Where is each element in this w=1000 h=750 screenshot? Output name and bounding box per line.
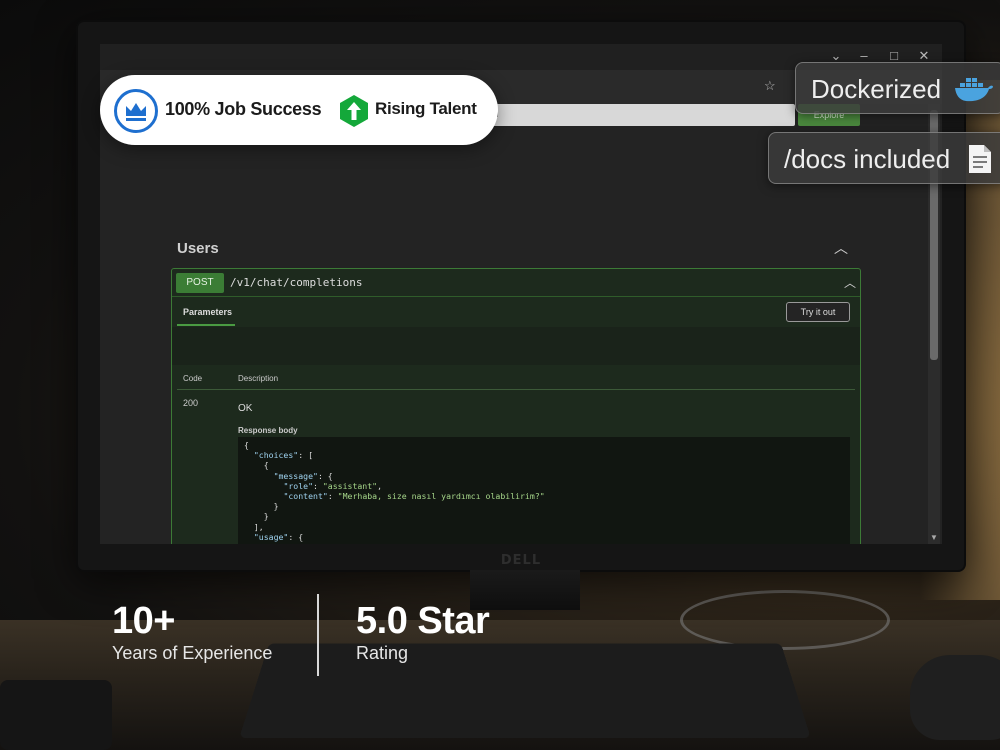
job-success-label: 100% Job Success [165, 99, 322, 119]
scroll-down-icon[interactable]: ▼ [928, 533, 940, 542]
code-content-value: "Merhaba, size nasıl yardımcı olabilirim… [337, 491, 545, 502]
operation-header[interactable]: POST /v1/chat/completions ︿ [172, 269, 860, 297]
docs-label: /docs included [784, 144, 951, 174]
method-badge: POST [176, 273, 224, 293]
minimize-icon[interactable]: – [854, 48, 874, 63]
cable [680, 590, 890, 650]
dockerized-chip: Dockerized [795, 62, 1000, 114]
docs-chip: /docs included [768, 132, 1000, 184]
maximize-icon[interactable]: □ [884, 48, 904, 63]
document-icon [967, 143, 993, 180]
operation-block: POST /v1/chat/completions ︿ Parameters T… [171, 268, 861, 544]
dockerized-label: Dockerized [811, 74, 942, 104]
section-title[interactable]: Users [177, 240, 219, 257]
column-header-description: Description [238, 374, 279, 383]
operation-path: /v1/chat/completions [230, 276, 363, 289]
docker-whale-icon [954, 75, 994, 108]
monitor-brand-logo: DELL [500, 553, 542, 568]
divider [177, 389, 855, 390]
parameters-band [172, 327, 860, 365]
tab-indicator [177, 324, 235, 326]
rating-value: 5.0 Star [356, 600, 490, 642]
stat-divider [317, 594, 319, 676]
column-header-code: Code [183, 374, 203, 383]
crown-icon [114, 89, 158, 133]
rating-label: Rating [356, 643, 409, 663]
mouse [910, 655, 1000, 740]
star-icon[interactable]: ☆ [764, 78, 776, 94]
chevron-up-icon[interactable]: ︿ [834, 238, 848, 258]
arrow-up-hexagon-icon [338, 94, 370, 133]
code-tokens-value: 50 [343, 542, 353, 544]
spec-url-input[interactable]: n [485, 104, 795, 126]
phone [0, 680, 112, 750]
response-body-label: Response body [238, 426, 298, 435]
response-code: 200 [183, 398, 199, 408]
keyboard [239, 643, 811, 738]
try-it-out-button[interactable]: Try it out [786, 302, 850, 322]
badge-pill: 100% Job Success Rising Talent [100, 75, 498, 145]
response-description: OK [238, 403, 253, 414]
tab-parameters[interactable]: Parameters [183, 307, 232, 317]
chevron-up-icon[interactable]: ︿ [844, 274, 856, 291]
experience-label: Years of Experience [112, 643, 273, 663]
code-role-value: "assistant" [322, 480, 378, 491]
experience-value: 10+ [112, 600, 175, 642]
response-body-code: { "choices": [ { "message": { "role": "a… [238, 437, 850, 544]
rising-talent-label: Rising Talent [375, 99, 477, 118]
